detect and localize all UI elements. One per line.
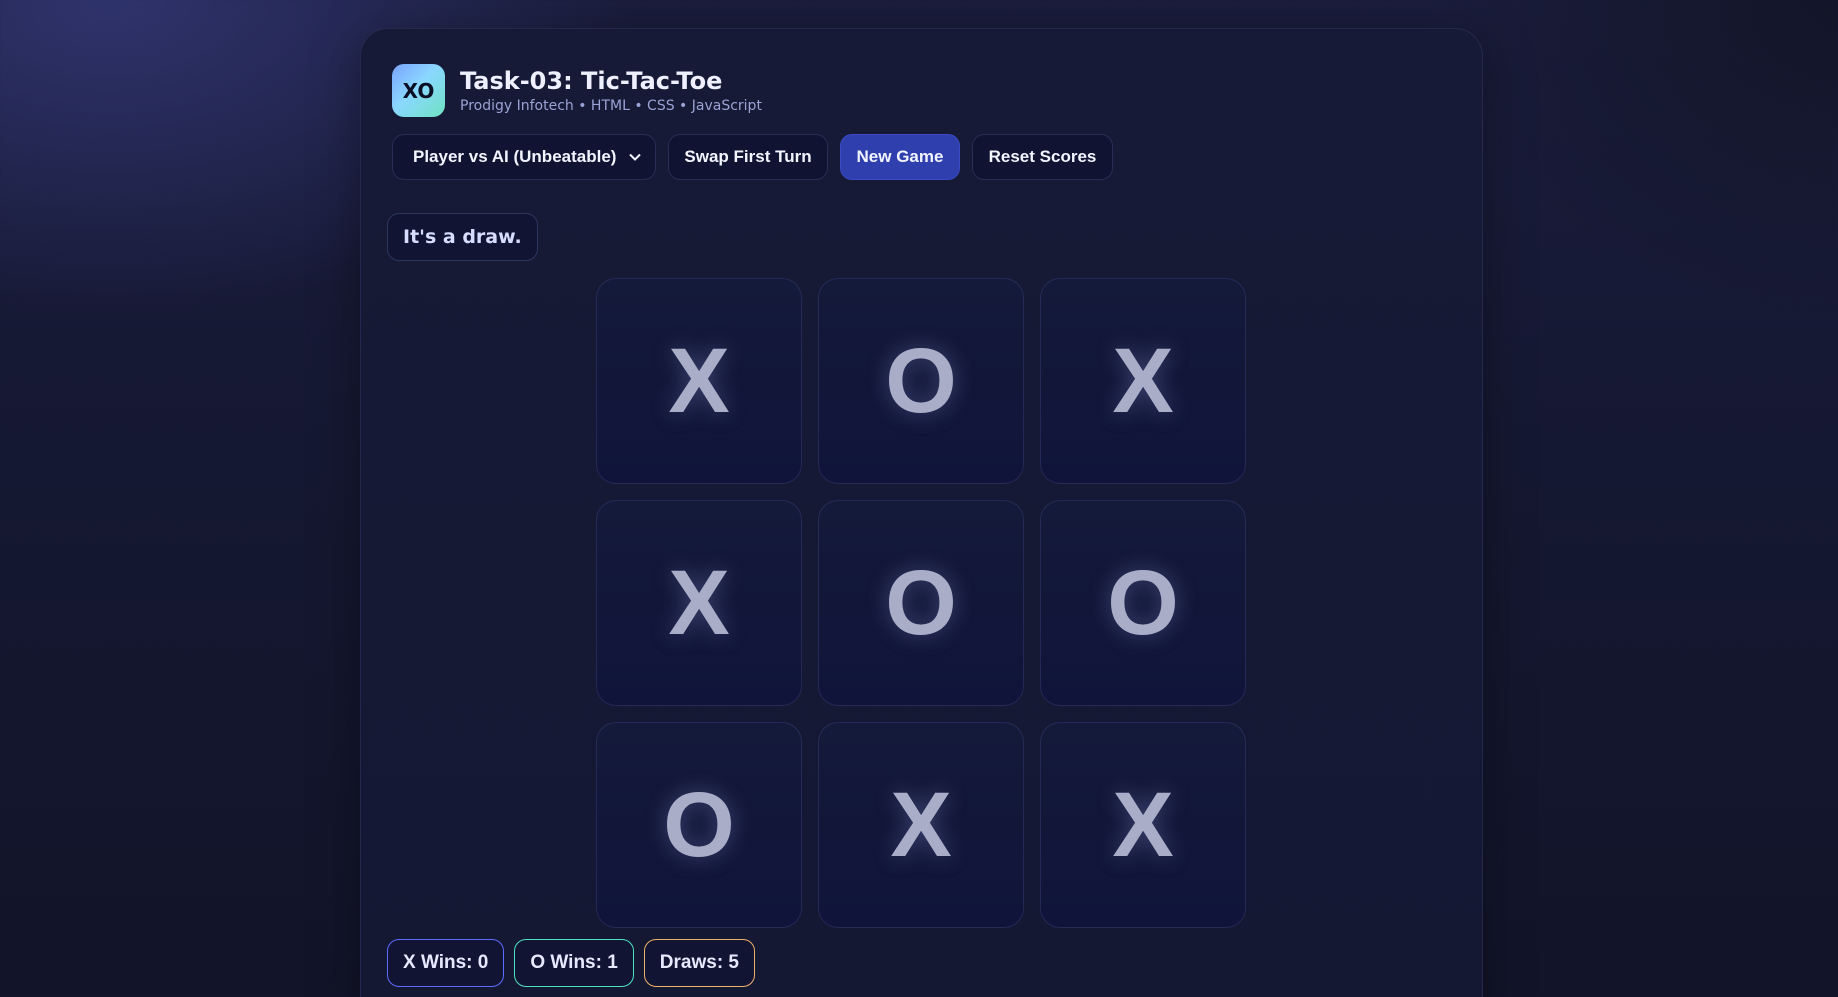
header-titles: Task-03: Tic-Tac-Toe Prodigy Infotech • … — [460, 67, 762, 114]
o-wins-badge: O Wins: 1 — [514, 939, 634, 987]
board-cell-4[interactable]: X — [596, 500, 802, 706]
game-panel: XO Task-03: Tic-Tac-Toe Prodigy Infotech… — [360, 28, 1483, 997]
x-wins-badge: X Wins: 0 — [387, 939, 505, 987]
cell-mark: O — [1107, 552, 1179, 654]
status-message: It's a draw. — [387, 213, 538, 261]
cell-mark: X — [1112, 330, 1174, 432]
new-game-button[interactable]: New Game — [840, 134, 960, 180]
cell-mark: O — [885, 330, 957, 432]
page-title: Task-03: Tic-Tac-Toe — [460, 67, 723, 95]
board-cell-8[interactable]: X — [818, 722, 1024, 928]
cell-mark: X — [890, 774, 952, 876]
game-board: X O X X O O O X X — [596, 278, 1246, 928]
cell-mark: X — [668, 552, 730, 654]
controls-bar: Player vs AI (Unbeatable) Swap First Tur… — [392, 134, 1113, 180]
game-mode-select[interactable]: Player vs AI (Unbeatable) — [392, 134, 656, 180]
chevron-down-icon — [629, 150, 641, 164]
board-cell-5[interactable]: O — [818, 500, 1024, 706]
header: XO Task-03: Tic-Tac-Toe Prodigy Infotech… — [392, 64, 762, 117]
xo-logo-icon: XO — [392, 64, 445, 117]
reset-scores-button[interactable]: Reset Scores — [972, 134, 1113, 180]
page-subtitle: Prodigy Infotech • HTML • CSS • JavaScri… — [460, 98, 762, 114]
board-cell-6[interactable]: O — [1040, 500, 1246, 706]
board-cell-3[interactable]: X — [1040, 278, 1246, 484]
game-mode-value: Player vs AI (Unbeatable) — [413, 147, 617, 166]
cell-mark: O — [663, 774, 735, 876]
swap-first-turn-button[interactable]: Swap First Turn — [668, 134, 828, 180]
board-cell-7[interactable]: O — [596, 722, 802, 928]
board-cell-1[interactable]: X — [596, 278, 802, 484]
board-cell-2[interactable]: O — [818, 278, 1024, 484]
board-cell-9[interactable]: X — [1040, 722, 1246, 928]
cell-mark: O — [885, 552, 957, 654]
cell-mark: X — [1112, 774, 1174, 876]
draws-badge: Draws: 5 — [643, 939, 755, 987]
cell-mark: X — [668, 330, 730, 432]
scoreboard: X Wins: 0 O Wins: 1 Draws: 5 — [387, 939, 755, 987]
